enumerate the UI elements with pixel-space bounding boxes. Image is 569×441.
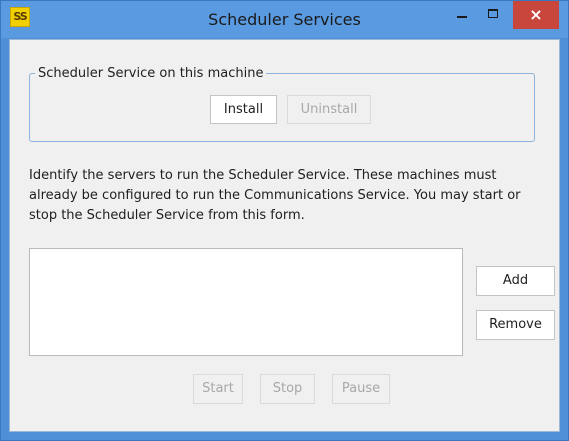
groupbox-legend: Scheduler Service on this machine bbox=[38, 66, 264, 81]
add-server-button[interactable]: Add bbox=[476, 266, 555, 296]
start-button[interactable]: Start bbox=[193, 374, 243, 404]
maximize-icon bbox=[488, 9, 498, 18]
close-button[interactable]: × bbox=[513, 1, 559, 29]
instructions-text: Identify the servers to run the Schedule… bbox=[29, 168, 521, 223]
title-bar[interactable]: SS Scheduler Services × bbox=[1, 1, 568, 38]
service-groupbox: Scheduler Service on this machine bbox=[29, 66, 535, 142]
client-area: Scheduler Service on this machine Instal… bbox=[9, 39, 560, 432]
remove-server-button[interactable]: Remove bbox=[476, 310, 555, 340]
server-listbox[interactable] bbox=[29, 248, 463, 356]
pause-button[interactable]: Pause bbox=[332, 374, 390, 404]
minimize-button[interactable] bbox=[447, 1, 477, 27]
uninstall-button[interactable]: Uninstall bbox=[287, 95, 371, 124]
stop-button[interactable]: Stop bbox=[260, 374, 315, 404]
close-icon: × bbox=[529, 5, 543, 24]
minimize-icon bbox=[457, 16, 467, 18]
scheduler-services-window: SS Scheduler Services × Scheduler Servic… bbox=[0, 0, 569, 441]
maximize-button[interactable] bbox=[479, 1, 509, 27]
install-button[interactable]: Install bbox=[210, 95, 277, 124]
